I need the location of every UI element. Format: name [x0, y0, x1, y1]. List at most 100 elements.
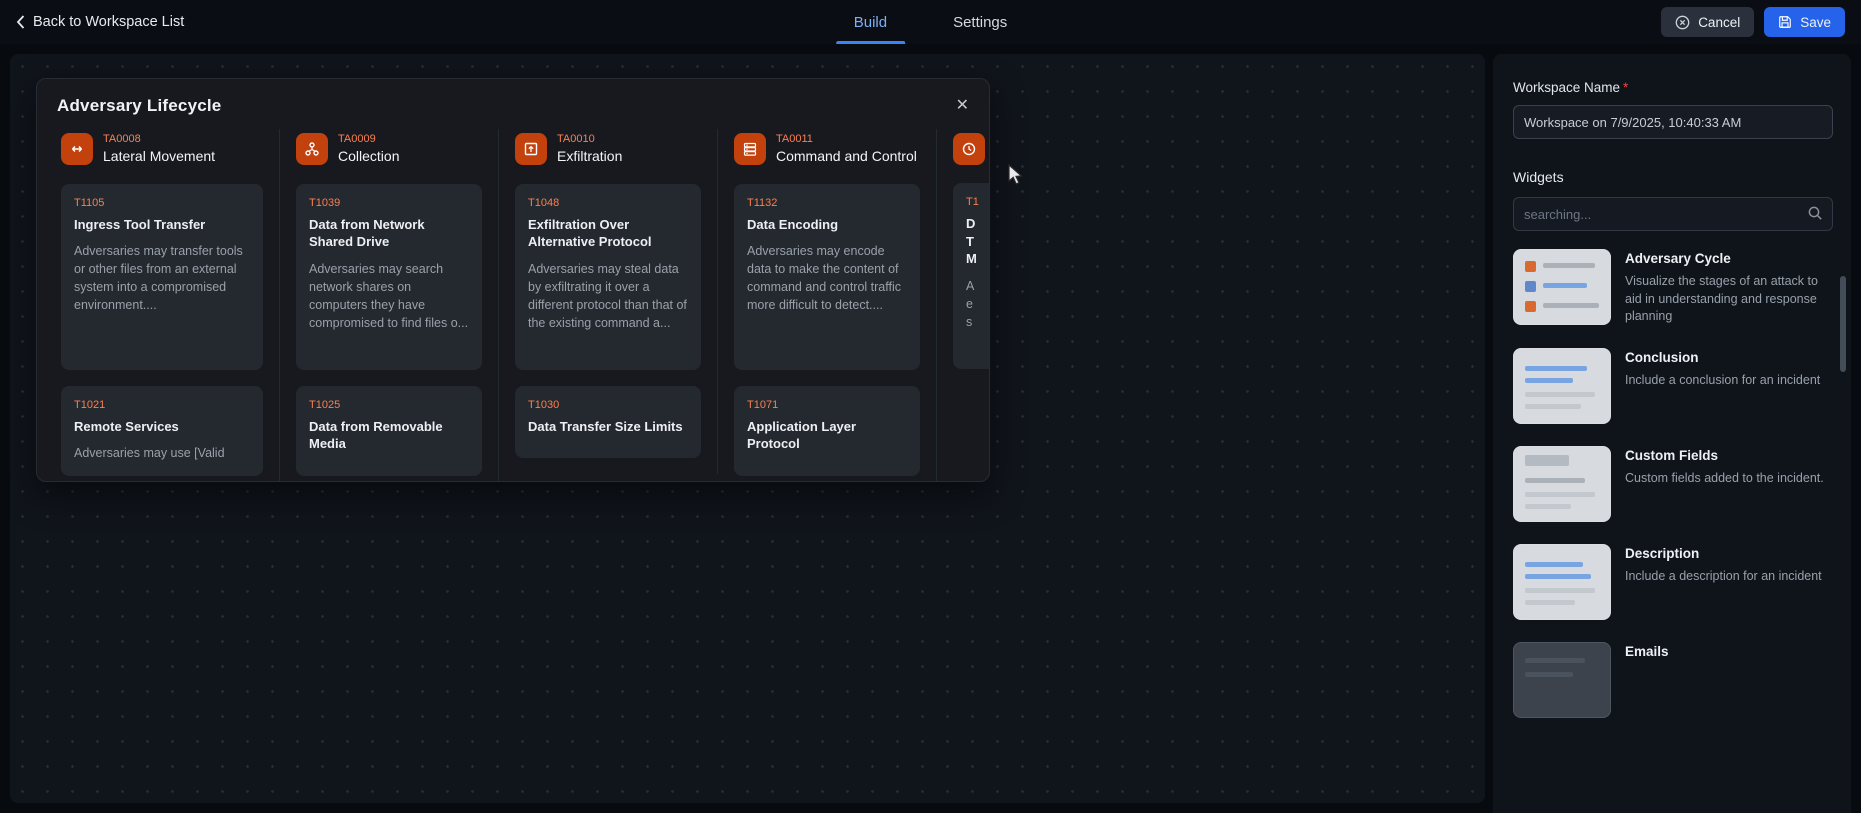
main-area: Adversary Lifecycle ✕ TA0008 Lateral Mov…: [0, 44, 1861, 813]
widget-item-description[interactable]: Description Include a description for an…: [1513, 543, 1833, 620]
clock-icon: [953, 133, 985, 165]
widget-description: Include a conclusion for an incident: [1625, 372, 1821, 387]
adversary-lifecycle-panel: Adversary Lifecycle ✕ TA0008 Lateral Mov…: [36, 78, 990, 482]
back-link-label: Back to Workspace List: [33, 14, 185, 30]
top-bar: Back to Workspace List Build Settings Ca…: [0, 0, 1861, 44]
technique-card[interactable]: T1105 Ingress Tool Transfer Adversaries …: [61, 183, 263, 370]
tactic-header: TA0009 Collection: [296, 133, 482, 166]
technique-name: Exfiltration Over Alternative Protocol: [528, 216, 652, 250]
technique-card[interactable]: T1039 Data from Network Shared Drive Adv…: [296, 183, 482, 370]
save-floppy-icon: [1778, 15, 1792, 29]
tactic-header: TA0011 Command and Control: [734, 133, 920, 166]
technique-id: T1030: [528, 398, 560, 411]
widgets-scrollbar[interactable]: [1840, 276, 1846, 372]
widget-item-custom-fields[interactable]: Custom Fields Custom fields added to the…: [1513, 445, 1833, 522]
widget-search-input[interactable]: [1513, 197, 1833, 231]
required-asterisk: *: [1623, 80, 1629, 95]
technique-card[interactable]: T1025 Data from Removable Media: [296, 385, 482, 476]
tactic-id: TA0009: [338, 133, 376, 145]
technique-name: Data from Network Shared Drive: [309, 216, 425, 250]
widget-title: Custom Fields: [1625, 447, 1719, 463]
technique-card[interactable]: T1048 Exfiltration Over Alternative Prot…: [515, 183, 701, 370]
technique-card[interactable]: T1030 Data Transfer Size Limits: [515, 385, 701, 459]
exfiltration-icon: [515, 133, 547, 165]
panel-title: Adversary Lifecycle: [57, 96, 222, 115]
technique-name: Ingress Tool Transfer: [74, 216, 206, 232]
tactic-columns: TA0008 Lateral Movement T1105 Ingress To…: [37, 129, 989, 481]
cancel-button[interactable]: Cancel: [1661, 7, 1755, 37]
technique-id: T1: [966, 196, 979, 208]
header-actions: Cancel Save: [1661, 7, 1845, 37]
right-sidebar: Workspace Name* Widgets Adv: [1493, 54, 1851, 813]
technique-card[interactable]: T1021 Remote Services Adversaries may us…: [61, 385, 263, 477]
tactic-header: TA0010 Exfiltration: [515, 133, 701, 166]
collection-icon: [296, 133, 328, 165]
technique-id: T1021: [74, 398, 106, 411]
technique-card[interactable]: T1071 Application Layer Protocol: [734, 385, 920, 476]
search-icon: [1807, 205, 1824, 222]
widget-description: Custom fields added to the incident.: [1625, 470, 1824, 485]
technique-name: Remote Services: [74, 418, 179, 434]
widget-title: Description: [1625, 545, 1700, 561]
workspace-canvas[interactable]: Adversary Lifecycle ✕ TA0008 Lateral Mov…: [10, 54, 1485, 803]
technique-id: T1039: [309, 196, 341, 209]
technique-name: D T M: [966, 216, 977, 267]
tactic-id: TA0011: [776, 133, 813, 145]
adversary-cycle-thumbnail: [1513, 249, 1611, 325]
command-control-icon: [734, 133, 766, 165]
tactic-name: Command and Control: [776, 148, 917, 164]
technique-description: Adversaries may use [Valid: [74, 446, 225, 461]
widget-item-adversary-cycle[interactable]: Adversary Cycle Visualize the stages of …: [1513, 249, 1833, 326]
tab-settings[interactable]: Settings: [949, 0, 1011, 44]
technique-name: Data Encoding: [747, 216, 839, 232]
tactic-name: Exfiltration: [557, 148, 623, 164]
technique-id: T1071: [747, 398, 779, 411]
emails-thumbnail: [1513, 641, 1611, 718]
technique-card[interactable]: T1 D T M A e s: [953, 183, 989, 369]
widget-title: Emails: [1625, 643, 1669, 659]
tactic-column-command-and-control: TA0011 Command and Control T1132 Data En…: [718, 129, 937, 481]
technique-description: Adversaries may search network shares on…: [309, 261, 469, 330]
tactic-column-collection: TA0009 Collection T1039 Data from Networ…: [280, 129, 499, 481]
lateral-movement-icon: [61, 133, 93, 165]
technique-name: Data from Removable Media: [309, 418, 443, 452]
tab-bar: Build Settings: [835, 0, 1012, 44]
chevron-left-icon: [16, 15, 25, 29]
widget-title: Adversary Cycle: [1625, 251, 1731, 266]
tactic-id: TA0008: [103, 133, 141, 145]
technique-description: Adversaries may encode data to make the …: [747, 244, 902, 313]
back-link[interactable]: Back to Workspace List: [16, 14, 184, 30]
tactic-header: TA0008 Lateral Movement: [61, 133, 263, 166]
widget-description: Visualize the stages of an attack to aid…: [1625, 274, 1818, 323]
widget-item-conclusion[interactable]: Conclusion Include a conclusion for an i…: [1513, 347, 1833, 424]
tab-build[interactable]: Build: [835, 0, 906, 44]
tactic-column-partial: T1 D T M A e s: [937, 129, 989, 469]
widget-list: Adversary Cycle Visualize the stages of …: [1513, 249, 1833, 718]
conclusion-thumbnail: [1513, 347, 1611, 424]
custom-fields-thumbnail: [1513, 445, 1611, 522]
technique-card[interactable]: T1132 Data Encoding Adversaries may enco…: [734, 183, 920, 370]
save-button-label: Save: [1800, 14, 1831, 30]
technique-description: Adversaries may transfer tools or other …: [74, 244, 243, 313]
close-icon[interactable]: ✕: [956, 98, 969, 114]
tactic-column-exfiltration: TA0010 Exfiltration T1048 Exfiltration O…: [499, 129, 718, 475]
workspace-name-input[interactable]: [1513, 105, 1833, 139]
technique-description: Adversaries may steal data by exfiltrati…: [528, 261, 687, 330]
technique-id: T1132: [747, 196, 778, 209]
widget-item-emails[interactable]: Emails: [1513, 641, 1833, 718]
technique-name: Data Transfer Size Limits: [528, 418, 683, 434]
save-button[interactable]: Save: [1764, 7, 1845, 37]
tactic-column-lateral-movement: TA0008 Lateral Movement T1105 Ingress To…: [61, 129, 280, 481]
technique-id: T1048: [528, 196, 560, 209]
widget-search: [1513, 197, 1833, 231]
technique-name: Application Layer Protocol: [747, 418, 857, 452]
cancel-circle-x-icon: [1675, 15, 1690, 30]
tactic-name: Lateral Movement: [103, 148, 216, 164]
tactic-name: Collection: [338, 148, 400, 164]
cancel-button-label: Cancel: [1698, 14, 1741, 30]
tactic-header: [953, 133, 989, 165]
widget-description: Include a description for an incident: [1625, 568, 1822, 583]
workspace-name-label: Workspace Name *: [1513, 80, 1629, 95]
technique-description: A e s: [966, 278, 975, 329]
description-thumbnail: [1513, 543, 1611, 620]
